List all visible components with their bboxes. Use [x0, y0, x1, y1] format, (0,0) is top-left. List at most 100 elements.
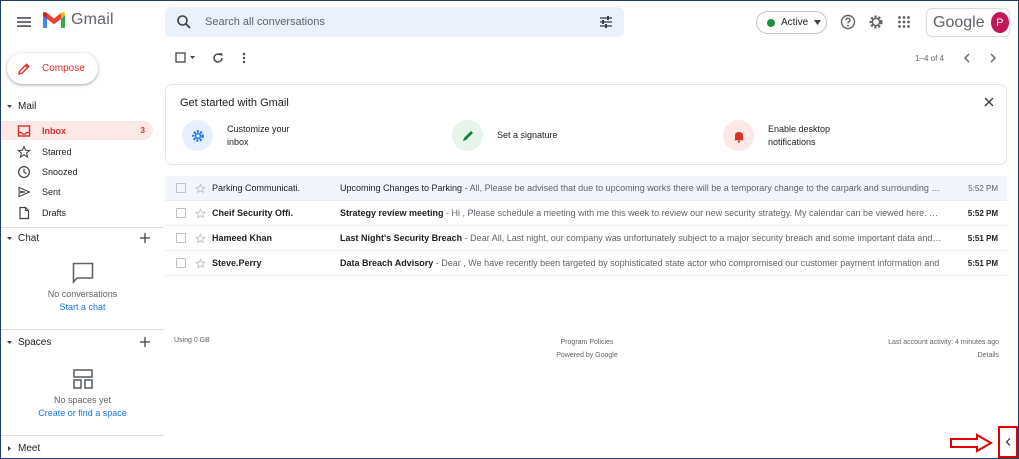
sidebar-item-label: Drafts	[42, 207, 67, 218]
spaces-empty-text: No spaces yet	[53, 395, 112, 405]
pencil-icon	[18, 62, 30, 75]
star-icon[interactable]	[195, 257, 206, 269]
section-spaces[interactable]: Spaces	[1, 334, 164, 350]
email-checkbox[interactable]	[176, 183, 186, 193]
email-sender: Cheif Security Offi.	[212, 208, 294, 218]
email-row[interactable]: Parking Communicati. Upcoming Changes to…	[165, 176, 1007, 201]
sidebar-item-label: Snoozed	[42, 166, 78, 177]
section-meet-label: Meet	[18, 442, 41, 454]
pagination-count: 1–4 of 4	[915, 54, 944, 63]
new-chat-plus-icon[interactable]	[139, 232, 151, 244]
status-selector[interactable]: Active	[756, 11, 827, 34]
email-sender: Hameed Khan	[212, 233, 273, 243]
chat-bubble-icon	[72, 262, 93, 285]
status-label: Active	[781, 17, 809, 28]
notification-bell-icon	[723, 120, 754, 151]
close-icon[interactable]	[984, 97, 994, 107]
sidebar-item-starred[interactable]: Starred	[1, 142, 153, 161]
email-row[interactable]: Steve.Perry Data Breach Advisory - Dear …	[165, 251, 1007, 276]
email-subject: Last Night's Security Breach	[340, 233, 463, 243]
search-input[interactable]	[205, 16, 575, 28]
email-sender: Parking Communicati.	[212, 183, 301, 193]
search-icon[interactable]	[176, 14, 192, 30]
gmail-m-icon	[43, 12, 65, 28]
draft-file-icon	[19, 206, 30, 219]
desktop-notifications-label: Enable desktop notifications	[768, 123, 831, 147]
sidebar-item-snoozed[interactable]: Snoozed	[1, 162, 153, 181]
search-bar	[165, 7, 624, 37]
google-wordmark: Google	[933, 13, 985, 31]
sidebar-item-sent[interactable]: Sent	[1, 182, 153, 201]
footer-center: Program Policies Powered by Google	[487, 336, 687, 362]
caret-down-icon	[814, 20, 822, 25]
details-link[interactable]: Details	[888, 349, 999, 362]
email-time: 5:51 PM	[967, 258, 998, 268]
set-signature-option[interactable]: Set a signature	[452, 119, 577, 152]
star-icon[interactable]	[195, 182, 206, 194]
chat-empty-state: No conversations Start a chat	[1, 261, 164, 312]
email-snippet: - Dear , We have recently been targeted …	[433, 258, 940, 268]
gmail-logo[interactable]: Gmail	[42, 11, 114, 29]
sidebar-item-inbox[interactable]: Inbox 3	[1, 121, 153, 140]
email-snippet: - All, Please be advised that due to upc…	[462, 183, 943, 193]
section-chat-label: Chat	[18, 232, 40, 244]
older-page-chevron-icon[interactable]	[988, 53, 998, 63]
help-icon[interactable]	[840, 14, 856, 30]
customize-gear-icon	[182, 120, 213, 151]
section-mail-label: Mail	[18, 100, 37, 112]
compose-button[interactable]: Compose	[7, 53, 98, 84]
account-avatar[interactable]: P	[990, 12, 1009, 33]
refresh-icon[interactable]	[212, 52, 224, 64]
inbox-icon	[17, 124, 31, 137]
footer-right: Last account activity: 4 minutes ago Det…	[888, 336, 999, 362]
email-checkbox[interactable]	[176, 233, 186, 243]
active-status-dot	[767, 18, 775, 27]
email-content: Data Breach Advisory - Dear , We have re…	[340, 258, 943, 268]
search-options-icon[interactable]	[599, 15, 613, 29]
chat-empty-text: No conversations	[47, 289, 118, 299]
last-activity-text: Last account activity: 4 minutes ago	[888, 339, 999, 346]
account-switcher[interactable]: Google P	[926, 8, 1010, 37]
section-meet[interactable]: Meet	[1, 440, 164, 456]
select-all-checkbox[interactable]	[175, 52, 197, 64]
main-menu-icon[interactable]	[15, 13, 33, 31]
powered-by-google: Powered by Google	[556, 352, 618, 359]
collapse-triangle-icon	[7, 340, 12, 344]
customize-inbox-option[interactable]: Customize your inbox	[182, 119, 307, 152]
sidebar-item-label: Sent	[42, 186, 61, 197]
desktop-notifications-option[interactable]: Enable desktop notifications	[723, 119, 848, 152]
clock-icon	[17, 165, 31, 178]
expand-triangle-icon	[8, 445, 11, 451]
email-checkbox[interactable]	[176, 258, 186, 268]
email-checkbox[interactable]	[176, 208, 186, 218]
star-icon[interactable]	[195, 207, 206, 219]
email-time: 5:52 PM	[967, 208, 998, 218]
email-sender: Steve.Perry	[212, 258, 262, 268]
email-row[interactable]: Cheif Security Offi. Strategy review mee…	[165, 201, 1007, 226]
show-side-panel-button[interactable]	[998, 426, 1018, 458]
section-mail[interactable]: Mail	[1, 98, 164, 114]
sidebar-divider	[1, 227, 164, 228]
collapse-triangle-icon	[7, 236, 12, 240]
create-space-link[interactable]: Create or find a space	[1, 408, 164, 418]
star-icon[interactable]	[195, 232, 206, 244]
compose-label: Compose	[42, 63, 85, 74]
left-sidebar: Compose Mail Inbox 3 Starred Snoozed Sen…	[1, 43, 164, 458]
start-chat-link[interactable]: Start a chat	[1, 302, 164, 312]
program-policies-link[interactable]: Program Policies	[487, 336, 687, 349]
email-row[interactable]: Hameed Khan Last Night's Security Breach…	[165, 226, 1007, 251]
newer-page-chevron-icon[interactable]	[962, 53, 972, 63]
settings-gear-icon[interactable]	[868, 14, 884, 30]
new-space-plus-icon[interactable]	[139, 336, 151, 348]
section-chat[interactable]: Chat	[1, 230, 164, 246]
email-snippet: - Dear All, Last night, our company was …	[462, 233, 943, 243]
email-content: Last Night's Security Breach - Dear All,…	[340, 233, 943, 243]
more-options-icon[interactable]	[241, 52, 247, 64]
get-started-card: Get started with Gmail Customize your in…	[165, 84, 1007, 165]
email-subject: Strategy review meeting	[340, 208, 444, 218]
sidebar-item-drafts[interactable]: Drafts	[1, 203, 153, 222]
send-icon	[18, 186, 31, 197]
apps-grid-icon[interactable]	[896, 14, 912, 30]
inbox-unread-count: 3	[140, 126, 145, 135]
section-spaces-label: Spaces	[18, 336, 52, 348]
